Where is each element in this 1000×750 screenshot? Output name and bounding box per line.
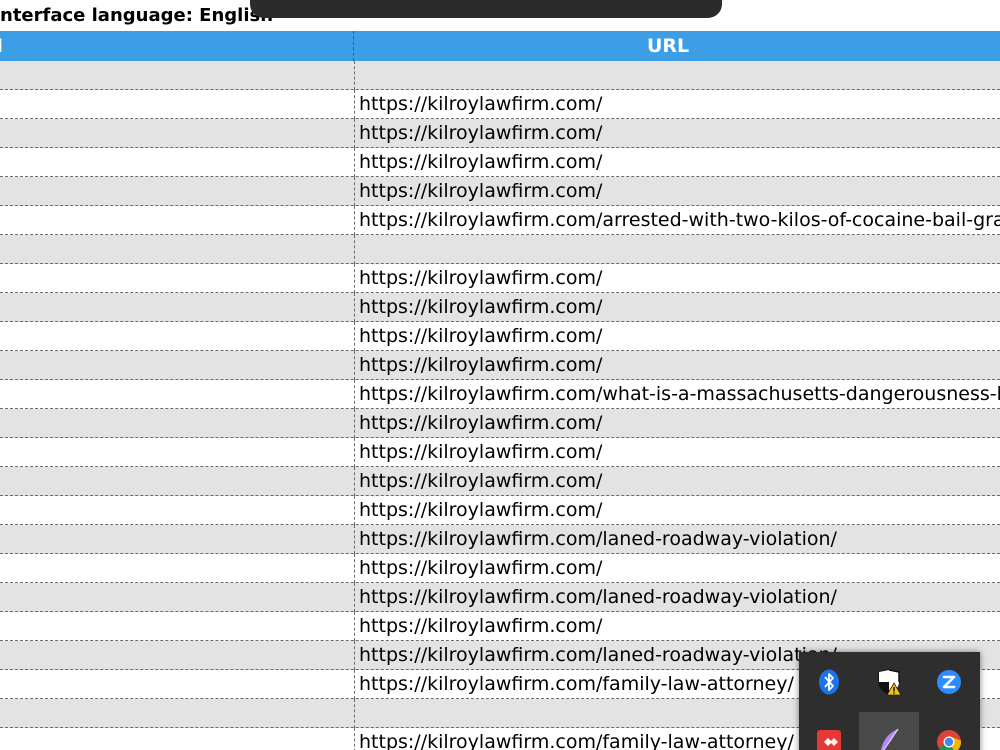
url-cell[interactable]: https://kilroylawfirm.com/arrested-with-… [355, 206, 1000, 235]
table-row[interactable]: https://kilroylawfirm.com/arrested-with-… [0, 206, 1000, 235]
column-header-name[interactable]: I [0, 31, 354, 61]
url-cell[interactable]: https://kilroylawfirm.com/ [355, 438, 1000, 467]
url-cell[interactable]: https://kilroylawfirm.com/ [355, 467, 1000, 496]
name-cell[interactable] [0, 177, 355, 206]
name-cell[interactable] [0, 699, 355, 728]
table-row[interactable]: https://kilroylawfirm.com/ [0, 322, 1000, 351]
column-header-url[interactable]: URL [355, 31, 1000, 61]
name-cell[interactable] [0, 119, 355, 148]
name-cell[interactable] [0, 438, 355, 467]
url-cell[interactable] [355, 235, 1000, 264]
url-cell[interactable] [355, 61, 1000, 90]
name-cell[interactable] [0, 670, 355, 699]
name-cell[interactable] [0, 264, 355, 293]
name-cell[interactable] [0, 380, 355, 409]
url-cell[interactable]: https://kilroylawfirm.com/ [355, 554, 1000, 583]
name-cell[interactable] [0, 554, 355, 583]
url-cell[interactable]: https://kilroylawfirm.com/ [355, 90, 1000, 119]
table-row[interactable]: https://kilroylawfirm.com/ [0, 264, 1000, 293]
table-row[interactable]: https://kilroylawfirm.com/ [0, 119, 1000, 148]
url-cell[interactable]: https://kilroylawfirm.com/laned-roadway-… [355, 583, 1000, 612]
url-cell[interactable]: https://kilroylawfirm.com/ [355, 293, 1000, 322]
url-cell[interactable]: https://kilroylawfirm.com/ [355, 148, 1000, 177]
table-row[interactable] [0, 61, 1000, 90]
security-warning-icon[interactable] [859, 652, 919, 712]
name-cell[interactable] [0, 467, 355, 496]
url-cell[interactable]: https://kilroylawfirm.com/ [355, 177, 1000, 206]
name-cell[interactable] [0, 90, 355, 119]
floating-toolbar[interactable] [250, 0, 722, 18]
name-cell[interactable] [0, 583, 355, 612]
table-row[interactable]: https://kilroylawfirm.com/ [0, 148, 1000, 177]
table-row[interactable]: https://kilroylawfirm.com/ [0, 496, 1000, 525]
name-cell[interactable] [0, 351, 355, 380]
anydesk-icon[interactable] [799, 712, 859, 750]
system-tray-overflow [799, 652, 980, 750]
table-row[interactable]: https://kilroylawfirm.com/ [0, 438, 1000, 467]
name-cell[interactable] [0, 322, 355, 351]
url-cell[interactable]: https://kilroylawfirm.com/ [355, 409, 1000, 438]
chrome-icon[interactable] [919, 712, 979, 750]
name-cell[interactable] [0, 293, 355, 322]
bluetooth-icon[interactable] [799, 652, 859, 712]
name-cell[interactable] [0, 206, 355, 235]
table-row[interactable]: https://kilroylawfirm.com/what-is-a-mass… [0, 380, 1000, 409]
name-cell[interactable] [0, 641, 355, 670]
name-cell[interactable] [0, 409, 355, 438]
name-cell[interactable] [0, 61, 355, 90]
name-cell[interactable] [0, 148, 355, 177]
url-cell[interactable]: https://kilroylawfirm.com/ [355, 612, 1000, 641]
table-row[interactable]: https://kilroylawfirm.com/ [0, 351, 1000, 380]
url-cell[interactable]: https://kilroylawfirm.com/ [355, 119, 1000, 148]
table-row[interactable]: https://kilroylawfirm.com/ [0, 293, 1000, 322]
table-row[interactable]: https://kilroylawfirm.com/ [0, 90, 1000, 119]
interface-language-label: nterface language: English [0, 5, 274, 26]
table-row[interactable]: https://kilroylawfirm.com/ [0, 177, 1000, 206]
table-row[interactable]: https://kilroylawfirm.com/ [0, 612, 1000, 641]
feather-icon[interactable] [859, 712, 919, 750]
table-row[interactable]: https://kilroylawfirm.com/laned-roadway-… [0, 525, 1000, 554]
url-cell[interactable]: https://kilroylawfirm.com/ [355, 264, 1000, 293]
name-cell[interactable] [0, 612, 355, 641]
name-cell[interactable] [0, 525, 355, 554]
table-row[interactable]: https://kilroylawfirm.com/ [0, 467, 1000, 496]
name-cell[interactable] [0, 496, 355, 525]
url-cell[interactable]: https://kilroylawfirm.com/ [355, 496, 1000, 525]
url-cell[interactable]: https://kilroylawfirm.com/ [355, 351, 1000, 380]
spreadsheet-window: nterface language: English I URL https:/… [0, 0, 1000, 750]
table-row[interactable]: https://kilroylawfirm.com/ [0, 409, 1000, 438]
table-row[interactable] [0, 235, 1000, 264]
table-row[interactable]: https://kilroylawfirm.com/laned-roadway-… [0, 583, 1000, 612]
url-cell[interactable]: https://kilroylawfirm.com/laned-roadway-… [355, 525, 1000, 554]
table-header: I URL [0, 31, 1000, 61]
url-cell[interactable]: https://kilroylawfirm.com/ [355, 322, 1000, 351]
name-cell[interactable] [0, 235, 355, 264]
name-cell[interactable] [0, 728, 355, 750]
table-row[interactable]: https://kilroylawfirm.com/ [0, 554, 1000, 583]
url-cell[interactable]: https://kilroylawfirm.com/what-is-a-mass… [355, 380, 1000, 409]
zoom-icon[interactable] [919, 652, 979, 712]
